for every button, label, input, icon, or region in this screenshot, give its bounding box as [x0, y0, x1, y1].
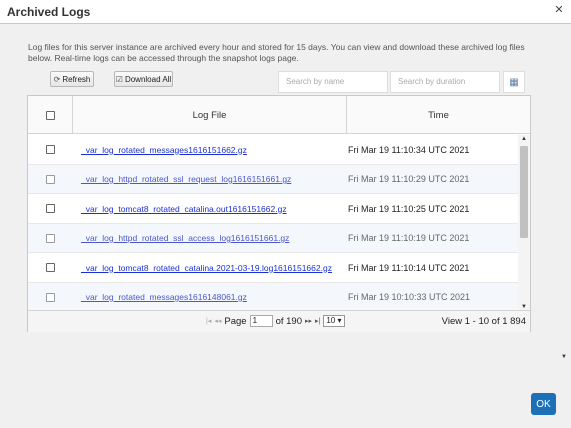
grid-rows: _var_log_rotated_messages1616151662.gz F… [28, 135, 518, 311]
dialog-scrollbar[interactable]: ▼ [559, 25, 571, 360]
table-row[interactable]: _var_log_httpd_rotated_ssl_request_log16… [28, 164, 518, 194]
next-page-icon[interactable]: ▸▸ [305, 317, 312, 325]
dialog-title: Archived Logs [7, 5, 91, 19]
page-input[interactable]: 1 [249, 315, 273, 327]
last-page-icon[interactable]: ▸| [315, 317, 320, 325]
log-file-link[interactable]: _var_log_httpd_rotated_ssl_request_log16… [81, 174, 291, 184]
log-file-link[interactable]: _var_log_rotated_messages1616151662.gz [81, 145, 247, 155]
row-checkbox[interactable] [45, 292, 55, 302]
log-time: Fri Mar 19 10:10:33 UTC 2021 [348, 292, 471, 302]
log-file-link[interactable]: _var_log_httpd_rotated_ssl_access_log161… [81, 233, 289, 243]
search-name-input[interactable]: Search by name [278, 71, 388, 93]
row-checkbox[interactable] [45, 204, 55, 213]
page-size-select[interactable]: 10 ▾ [323, 315, 345, 327]
log-file-link[interactable]: _var_log_tomcat8_rotated_catalina.2021-0… [81, 263, 332, 273]
refresh-icon: ⟳ [53, 74, 61, 84]
header-select-all[interactable] [28, 96, 73, 134]
scroll-up-icon[interactable]: ▲ [520, 136, 528, 142]
page-label: Page [224, 315, 247, 327]
log-time: Fri Mar 19 11:10:34 UTC 2021 [348, 144, 470, 155]
archived-logs-dialog: Archived Logs ✕ Log files for this serve… [0, 0, 571, 428]
column-header-log-file[interactable]: Log File [73, 96, 347, 134]
log-time: Fri Mar 19 11:10:29 UTC 2021 [348, 174, 470, 184]
row-checkbox[interactable] [45, 233, 55, 243]
log-time: Fri Mar 19 11:10:19 UTC 2021 [348, 233, 470, 243]
logs-grid: Log File Time _var_log_rotated_messages1… [27, 95, 531, 332]
table-row[interactable]: _var_log_tomcat8_rotated_catalina.out161… [28, 194, 518, 224]
dialog-content: Log files for this server instance are a… [0, 25, 571, 428]
first-page-icon[interactable]: |◂ [206, 317, 211, 325]
grid-pager: |◂ ◂◂ Page 1 of 190 ▸▸ ▸| 10 ▾ View 1 - … [28, 310, 530, 332]
refresh-button[interactable]: ⟳ Refresh [50, 71, 94, 87]
search-duration-input[interactable]: Search by duration [390, 71, 500, 93]
log-file-link[interactable]: _var_log_rotated_messages1616148061.gz [81, 292, 247, 302]
pager-controls: |◂ ◂◂ Page 1 of 190 ▸▸ ▸| 10 ▾ [206, 315, 345, 327]
log-time: Fri Mar 19 11:10:25 UTC 2021 [348, 203, 470, 214]
select-all-checkbox[interactable] [45, 110, 55, 120]
grid-header: Log File Time [28, 96, 530, 134]
download-all-label: Download All [124, 74, 172, 84]
column-header-time[interactable]: Time [347, 96, 530, 134]
ok-button[interactable]: OK [531, 393, 556, 415]
close-icon[interactable]: ✕ [554, 4, 564, 16]
table-row[interactable]: _var_log_rotated_messages1616148061.gz F… [28, 282, 518, 311]
download-all-button[interactable]: ☑ Download All [114, 71, 173, 87]
row-checkbox[interactable] [45, 145, 55, 154]
dialog-titlebar: Archived Logs ✕ [0, 0, 571, 24]
page-total: of 190 [275, 315, 302, 327]
row-checkbox[interactable] [45, 174, 55, 184]
row-checkbox[interactable] [45, 263, 55, 272]
checkbox-icon: ☑ [115, 74, 123, 84]
prev-page-icon[interactable]: ◂◂ [214, 317, 221, 325]
scrollbar-thumb[interactable] [520, 146, 528, 238]
table-row[interactable]: _var_log_httpd_rotated_ssl_access_log161… [28, 223, 518, 253]
grid-scrollbar[interactable]: ▲ ▼ [518, 135, 530, 311]
dialog-scroll-down-icon[interactable]: ▼ [561, 354, 567, 360]
calendar-icon[interactable]: ▦ [503, 71, 525, 93]
records-count: View 1 - 10 of 1 894 [441, 316, 526, 327]
table-row[interactable]: _var_log_rotated_messages1616151662.gz F… [28, 135, 518, 165]
log-file-link[interactable]: _var_log_tomcat8_rotated_catalina.out161… [81, 204, 287, 214]
log-time: Fri Mar 19 11:10:14 UTC 2021 [348, 262, 470, 273]
refresh-label: Refresh [62, 74, 91, 84]
table-row[interactable]: _var_log_tomcat8_rotated_catalina.2021-0… [28, 253, 518, 283]
description-text: Log files for this server instance are a… [28, 42, 525, 63]
